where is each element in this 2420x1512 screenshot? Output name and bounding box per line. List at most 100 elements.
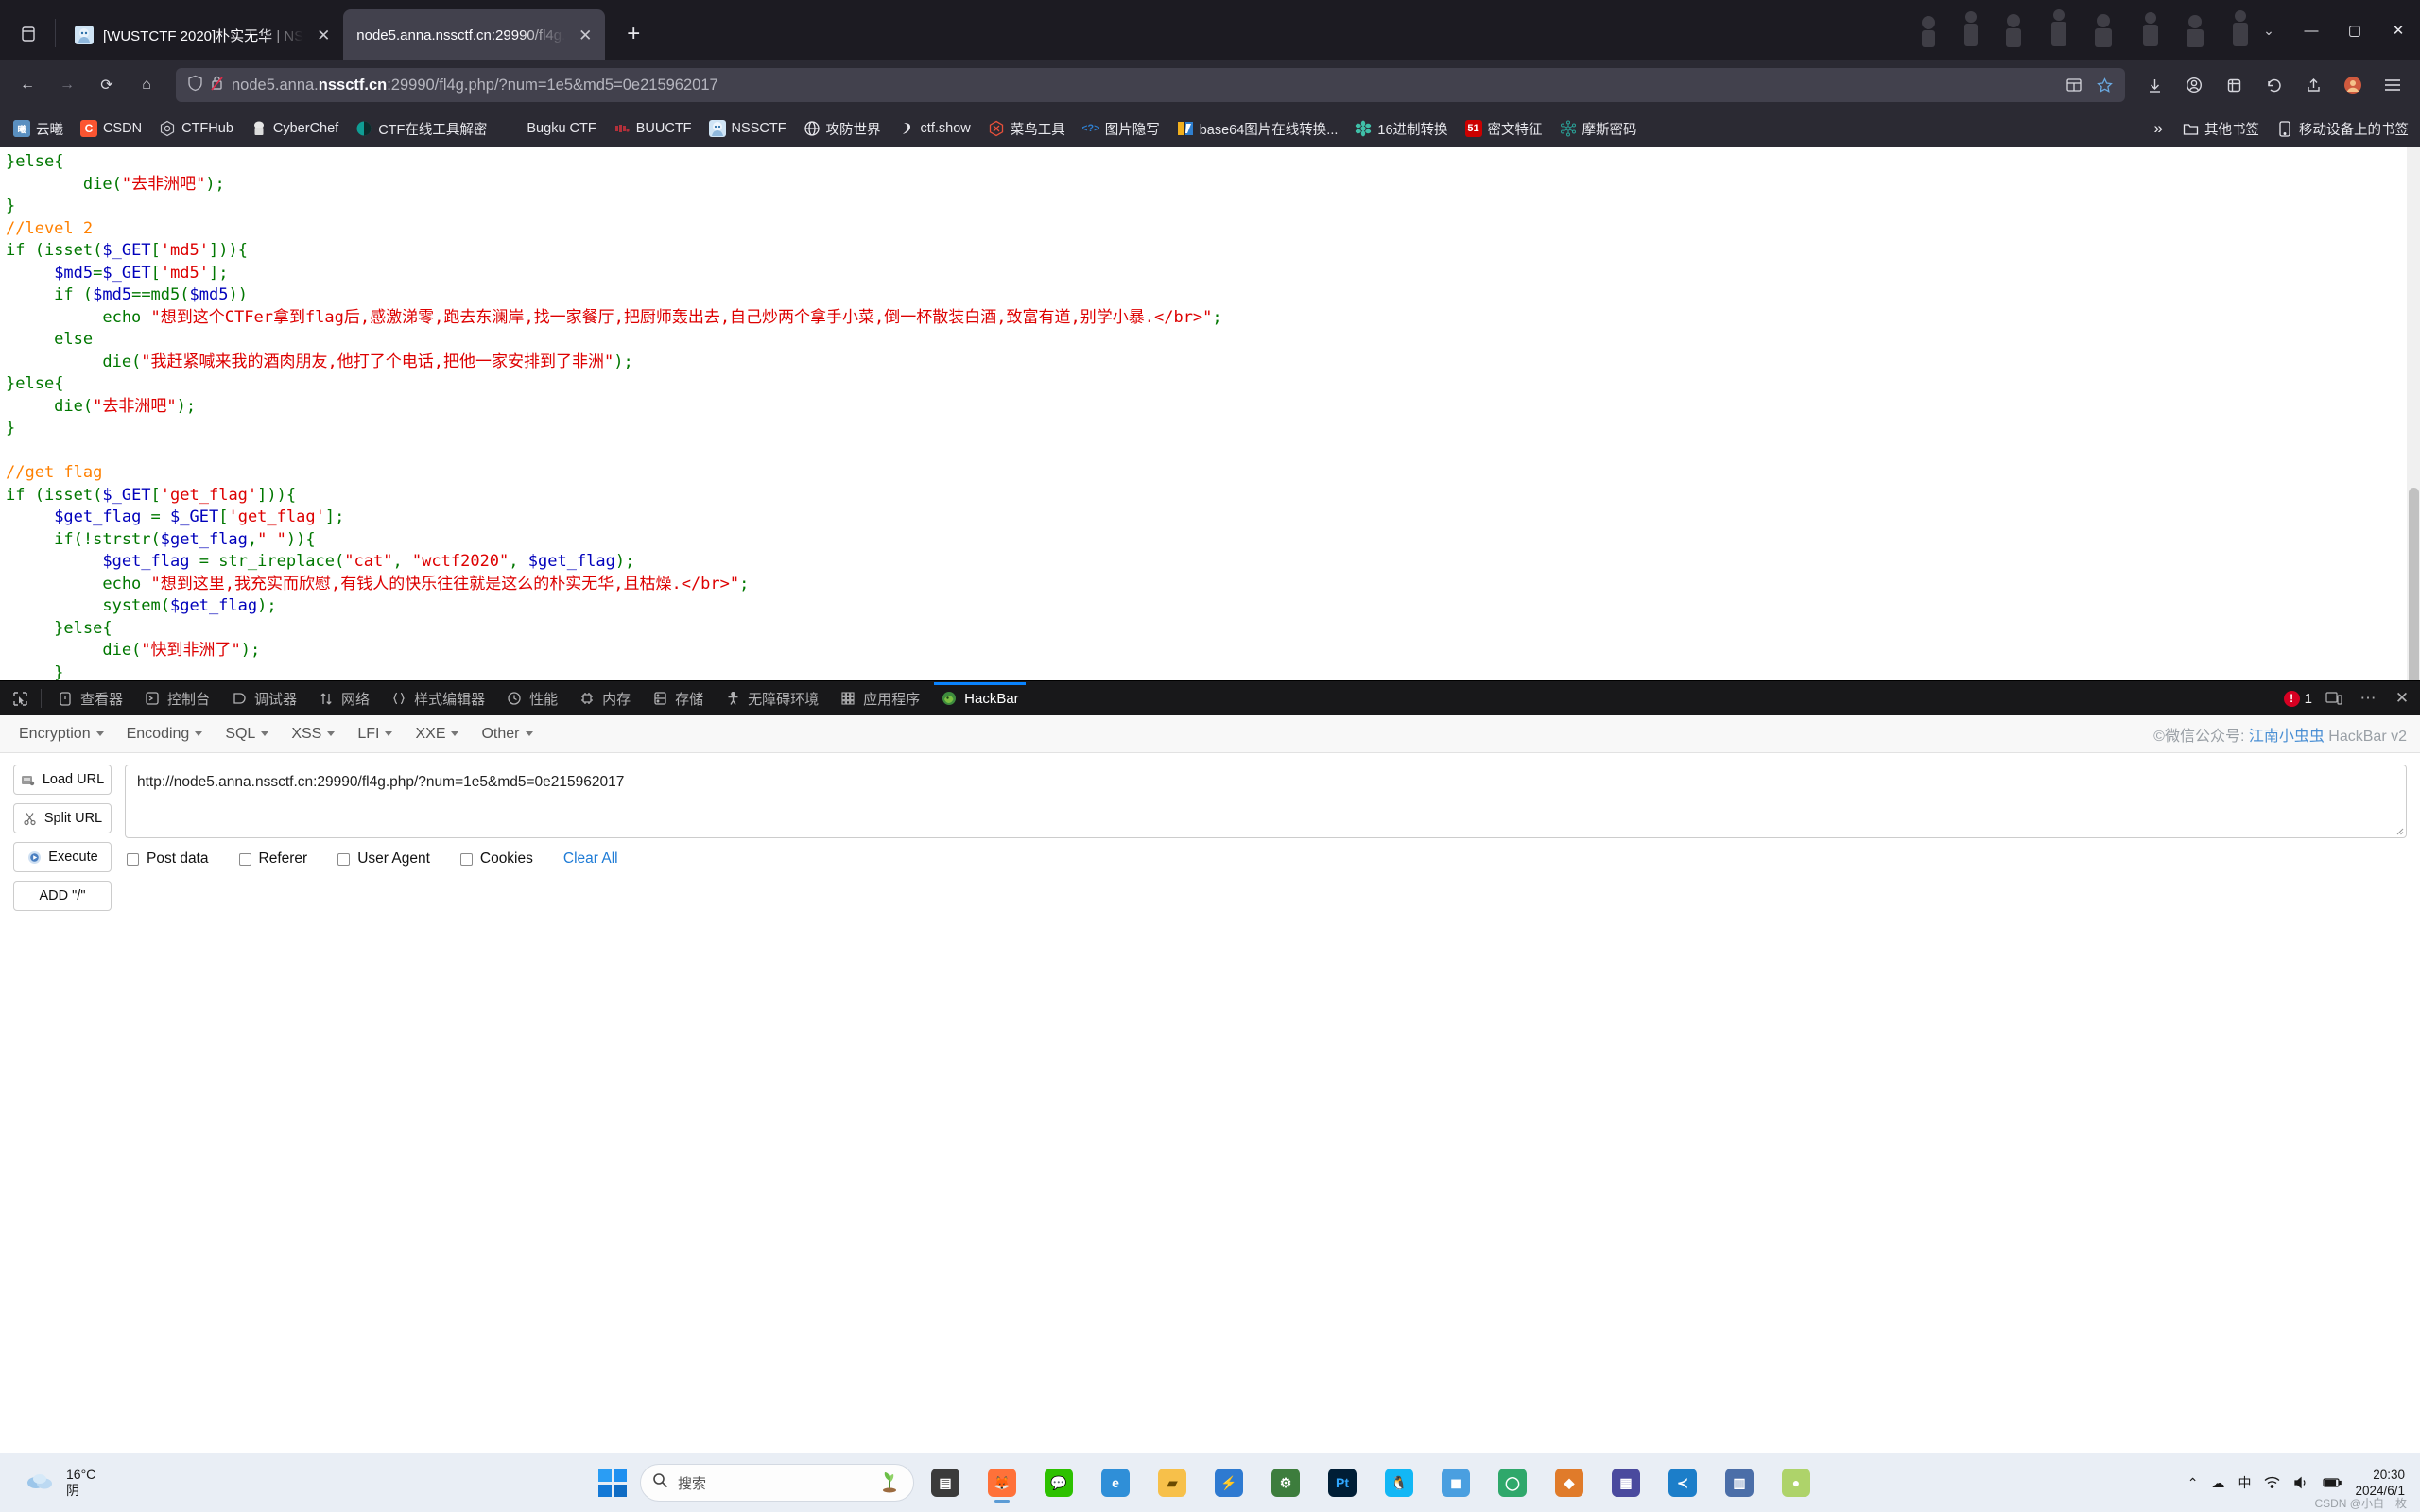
shield-icon[interactable]: [187, 75, 203, 96]
extensions-button[interactable]: [2216, 67, 2252, 103]
textarea-resize-handle[interactable]: [2394, 826, 2404, 835]
taskbar-app-orange[interactable]: ◆: [1547, 1461, 1591, 1504]
load-url-button[interactable]: Load URL: [13, 765, 112, 795]
close-tab-button-1[interactable]: ✕: [575, 25, 596, 45]
hackbar-url-textarea[interactable]: http://node5.anna.nssctf.cn:29990/fl4g.p…: [125, 765, 2407, 838]
bookmark-item-11[interactable]: <?> 图片隐写: [1075, 115, 1167, 143]
maximize-button[interactable]: ▢: [2333, 9, 2377, 51]
devtools-tab-debugger[interactable]: 调试器: [220, 682, 307, 714]
taskbar-app-notes[interactable]: ▦: [1604, 1461, 1648, 1504]
bookmark-item-13[interactable]: 16进制转换: [1347, 115, 1455, 143]
undo-close-button[interactable]: [2256, 67, 2291, 103]
reader-mode-icon[interactable]: [2061, 72, 2087, 98]
wifi-icon[interactable]: [2264, 1476, 2280, 1489]
referer-checkbox[interactable]: [238, 852, 251, 866]
url-text[interactable]: node5.anna.nssctf.cn:29990/fl4g.php/?num…: [232, 77, 2053, 94]
weather-widget[interactable]: 16°C 阴: [0, 1467, 95, 1499]
element-picker-icon[interactable]: [4, 683, 36, 713]
address-bar[interactable]: node5.anna.nssctf.cn:29990/fl4g.php/?num…: [176, 68, 2125, 102]
taskbar-clock[interactable]: 20:30 2024/6/1: [2355, 1467, 2405, 1499]
bookmark-item-1[interactable]: C CSDN: [73, 116, 149, 141]
taskbar-app-firefox[interactable]: 🦊: [980, 1461, 1024, 1504]
minimize-button[interactable]: —: [2290, 9, 2333, 51]
hackbar-menu-encryption[interactable]: Encryption: [8, 721, 115, 747]
devtools-close-icon[interactable]: ✕: [2390, 686, 2414, 711]
list-all-tabs-button[interactable]: [8, 13, 49, 55]
bookmark-star-icon[interactable]: [2091, 72, 2118, 98]
devtools-tab-accessibility[interactable]: 无障碍环境: [714, 682, 829, 714]
bookmarks-overflow-button[interactable]: »: [2145, 115, 2172, 142]
page-scrollbar[interactable]: [2407, 147, 2420, 680]
download-button[interactable]: [2136, 67, 2172, 103]
responsive-mode-icon[interactable]: [2322, 686, 2346, 711]
bookmark-item-6[interactable]: BUUCTF: [606, 116, 700, 141]
taskbar-app-qq[interactable]: 🐧: [1377, 1461, 1421, 1504]
bookmark-item-8[interactable]: 攻防世界: [796, 115, 889, 143]
add-slash-button[interactable]: ADD "/": [13, 881, 112, 911]
hackbar-menu-other[interactable]: Other: [470, 721, 544, 747]
cookies-checkbox[interactable]: [459, 852, 473, 866]
bookmark-item-3[interactable]: CyberChef: [243, 116, 346, 141]
error-count-badge[interactable]: ! 1: [2283, 690, 2312, 707]
bookmark-item-4[interactable]: CTF在线工具解密: [348, 115, 494, 143]
browser-tab-1[interactable]: node5.anna.nssctf.cn:29990/fl4g. ✕: [343, 9, 606, 60]
ime-language-icon[interactable]: 中: [2238, 1473, 2251, 1492]
reload-button[interactable]: ⟳: [89, 67, 125, 103]
forward-button[interactable]: →: [49, 67, 85, 103]
taskbar-app-terminal[interactable]: ▥: [1718, 1461, 1761, 1504]
hackbar-menu-xss[interactable]: XSS: [280, 721, 346, 747]
user-agent-option[interactable]: User Agent: [337, 850, 430, 868]
tray-expand-icon[interactable]: ⌃: [2187, 1475, 2199, 1491]
home-button[interactable]: ⌂: [129, 67, 164, 103]
devtools-tab-performance[interactable]: 性能: [495, 682, 568, 714]
devtools-tab-inspector[interactable]: 查看器: [46, 682, 133, 714]
clear-all-link[interactable]: Clear All: [563, 850, 618, 868]
bookmark-item-14[interactable]: 51 密文特征: [1458, 115, 1550, 143]
new-tab-button[interactable]: +: [614, 15, 652, 53]
taskbar-app-wechat[interactable]: 💬: [1037, 1461, 1080, 1504]
devtools-tab-network[interactable]: 网络: [307, 682, 380, 714]
close-window-button[interactable]: ✕: [2377, 9, 2420, 51]
bookmark-item-12[interactable]: base64图片在线转换...: [1169, 115, 1346, 143]
referer-option[interactable]: Referer: [238, 850, 307, 868]
page-scrollbar-thumb[interactable]: [2409, 488, 2419, 680]
devtools-tab-memory[interactable]: 内存: [568, 682, 641, 714]
mobile-bookmarks-folder[interactable]: 移动设备上的书签: [2269, 115, 2416, 143]
taskbar-app-edge[interactable]: e: [1094, 1461, 1137, 1504]
devtools-tab-storage[interactable]: 存储: [641, 682, 714, 714]
user-agent-checkbox[interactable]: [337, 852, 351, 866]
bookmark-item-7[interactable]: NSSCTF: [701, 116, 794, 141]
devtools-tab-style-editor[interactable]: 样式编辑器: [380, 682, 495, 714]
app-menu-button[interactable]: [2375, 67, 2411, 103]
share-button[interactable]: [2295, 67, 2331, 103]
cookies-option[interactable]: Cookies: [459, 850, 533, 868]
insecure-lock-icon[interactable]: [210, 75, 224, 96]
taskbar-app-file-explorer[interactable]: ▰: [1150, 1461, 1194, 1504]
execute-button[interactable]: Execute: [13, 842, 112, 872]
devtools-tab-hackbar[interactable]: HackBar: [930, 682, 1029, 714]
bookmark-item-15[interactable]: 摩斯密码: [1552, 115, 1645, 143]
browser-tab-0[interactable]: [WUSTCTF 2020]朴实无华 | NS ✕: [61, 9, 343, 60]
bookmark-item-9[interactable]: ctf.show: [890, 116, 978, 141]
chevron-down-icon[interactable]: ⌄: [2248, 9, 2290, 51]
devtools-settings-icon[interactable]: ⋯: [2356, 686, 2380, 711]
bookmark-item-10[interactable]: 菜鸟工具: [980, 115, 1073, 143]
hackbar-menu-xxe[interactable]: XXE: [404, 721, 470, 747]
taskbar-app-blue[interactable]: ◼: [1434, 1461, 1478, 1504]
start-button-icon[interactable]: [598, 1469, 627, 1497]
bookmark-item-2[interactable]: CTFHub: [151, 116, 241, 141]
post-data-option[interactable]: Post data: [127, 850, 209, 868]
battery-icon[interactable]: [2323, 1477, 2342, 1488]
hackbar-menu-sql[interactable]: SQL: [214, 721, 280, 747]
taskbar-app-thunder[interactable]: ⚡: [1207, 1461, 1251, 1504]
hackbar-menu-encoding[interactable]: Encoding: [115, 721, 215, 747]
split-url-button[interactable]: Split URL: [13, 803, 112, 833]
post-data-checkbox[interactable]: [127, 852, 139, 866]
hackbar-menu-lfi[interactable]: LFI: [346, 721, 404, 747]
back-button[interactable]: ←: [9, 67, 45, 103]
account-button[interactable]: [2176, 67, 2212, 103]
devtools-tab-application[interactable]: 应用程序: [829, 682, 930, 714]
taskbar-app-photoshop[interactable]: Pt: [1321, 1461, 1364, 1504]
tray-cloud-icon[interactable]: ☁: [2211, 1475, 2224, 1491]
taskbar-app-lightgreen[interactable]: ●: [1774, 1461, 1818, 1504]
